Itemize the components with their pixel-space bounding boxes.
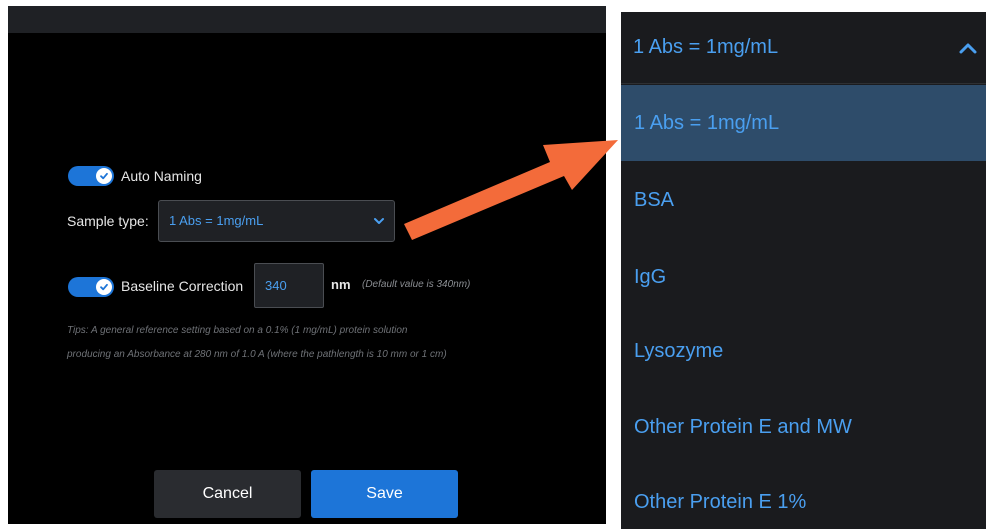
dropdown-header[interactable]: 1 Abs = 1mg/mL: [621, 12, 986, 84]
sample-type-select[interactable]: 1 Abs = 1mg/mL: [158, 200, 395, 242]
baseline-wavelength-input[interactable]: 340: [254, 263, 324, 308]
dropdown-option[interactable]: BSA: [621, 162, 986, 238]
chevron-up-icon[interactable]: [958, 41, 978, 55]
stage: Auto Naming Sample type: 1 Abs = 1mg/mL …: [0, 0, 986, 529]
settings-dialog: Auto Naming Sample type: 1 Abs = 1mg/mL …: [8, 6, 606, 524]
auto-naming-toggle[interactable]: [68, 166, 114, 186]
check-icon: [96, 279, 112, 295]
check-icon: [96, 168, 112, 184]
dropdown-option[interactable]: IgG: [621, 239, 986, 315]
auto-naming-label: Auto Naming: [121, 168, 202, 184]
dropdown-option[interactable]: 1 Abs = 1mg/mL: [621, 85, 986, 161]
baseline-hint: (Default value is 340nm): [362, 279, 471, 290]
sample-type-dropdown-panel: 1 Abs = 1mg/mL 1 Abs = 1mg/mL BSA IgG Ly…: [621, 12, 986, 529]
sample-type-label: Sample type:: [67, 213, 149, 229]
baseline-unit: nm: [331, 277, 351, 292]
dropdown-option[interactable]: Other Protein E 1%: [621, 464, 986, 529]
dropdown-option[interactable]: Lysozyme: [621, 313, 986, 389]
dropdown-option[interactable]: Other Protein E and MW: [621, 389, 986, 465]
baseline-toggle[interactable]: [68, 277, 114, 297]
dialog-header: [8, 6, 606, 33]
dropdown-current-value: 1 Abs = 1mg/mL: [633, 36, 779, 58]
chevron-down-icon: [374, 218, 384, 224]
sample-type-value: 1 Abs = 1mg/mL: [169, 213, 264, 228]
save-button[interactable]: Save: [311, 470, 458, 518]
cancel-button[interactable]: Cancel: [154, 470, 301, 518]
baseline-label: Baseline Correction: [121, 278, 244, 294]
tips-line-2: producing an Absorbance at 280 nm of 1.0…: [67, 349, 447, 360]
tips-line-1: Tips: A general reference setting based …: [67, 325, 408, 336]
